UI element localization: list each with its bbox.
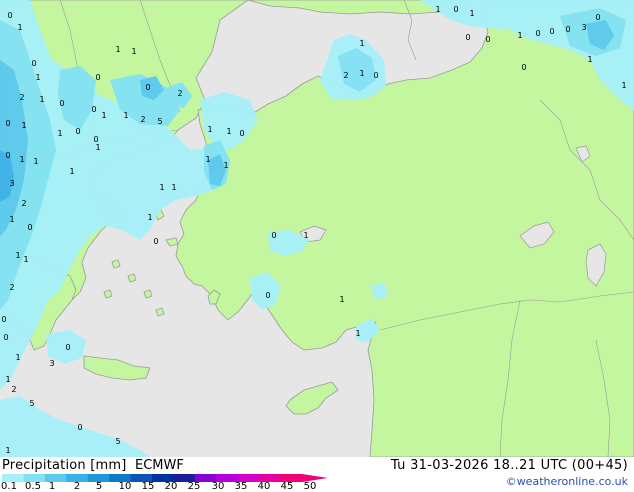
precip-value-label: 0 (239, 129, 244, 138)
precip-value-label: 1 (339, 295, 344, 304)
precip-value-label: 1 (21, 121, 26, 130)
precip-value-label: 1 (15, 251, 20, 260)
precip-value-label: 0 (91, 105, 96, 114)
precip-value-label: 1 (207, 125, 212, 134)
color-scale-tick-label: 0.5 (25, 481, 41, 492)
precip-value-label: 1 (57, 129, 62, 138)
precip-value-label: 1 (17, 23, 22, 32)
precip-value-label: 0 (565, 25, 570, 34)
precip-value-label: 1 (115, 45, 120, 54)
color-scale-tick-label: 15 (141, 481, 155, 492)
precip-value-label: 1 (517, 31, 522, 40)
precip-value-label: 0 (7, 11, 12, 20)
precip-value-label: 1 (226, 127, 231, 136)
credit-link[interactable]: ©weatheronline.co.uk (506, 475, 628, 488)
precip-value-label: 0 (75, 127, 80, 136)
precip-value-label: 3 (9, 179, 14, 188)
precip-value-label: 1 (95, 143, 100, 152)
precip-value-label: 5 (29, 399, 34, 408)
precip-value-label: 1 (355, 329, 360, 338)
precip-value-label: 1 (19, 155, 24, 164)
precip-value-label: 1 (205, 155, 210, 164)
precip-value-label: 2 (343, 71, 348, 80)
precip-value-label: 1 (587, 55, 592, 64)
precip-value-label: 1 (621, 81, 626, 90)
model-name: ECMWF (135, 458, 184, 473)
precip-value-label: 0 (485, 35, 490, 44)
precip-value-label: 1 (147, 213, 152, 222)
color-scale-tick-label: 1 (48, 481, 56, 492)
valid-time: Tu 31-03-2026 18..21 UTC (00+45) (390, 458, 628, 473)
precip-value-label: 1 (359, 69, 364, 78)
precip-value-label: 0 (453, 5, 458, 14)
precip-value-label: 1 (101, 111, 106, 120)
precip-value-label: 0 (31, 59, 36, 68)
precip-value-label: 1 (171, 183, 176, 192)
precipitation-map[interactable]: 01012001 101 1 2 521 1 00 111 001 10110320112101 1… (0, 0, 634, 457)
precip-value-label: 0 (95, 73, 100, 82)
precip-value-label: 1 (469, 9, 474, 18)
color-scale-tick-label: 5 (95, 481, 103, 492)
legend-footer: Precipitation [mm] ECMWF Tu 31-03-2026 1… (0, 457, 634, 492)
precip-value-label: 3 (49, 359, 54, 368)
precip-value-label: 2 (21, 199, 26, 208)
precip-value-label: 0 (373, 71, 378, 80)
precip-value-label: 1 (303, 231, 308, 240)
precip-value-label: 0 (521, 63, 526, 72)
precip-value-label: 0 (465, 33, 470, 42)
precip-value-label: 5 (157, 117, 162, 126)
precip-value-label: 1 (159, 183, 164, 192)
precip-value-label: 0 (549, 27, 554, 36)
precip-value-label: 2 (140, 115, 145, 124)
precip-value-label: 1 (15, 353, 20, 362)
precip-value-label: 1 (69, 167, 74, 176)
color-scale-tick-label: 10 (118, 481, 132, 492)
precip-value-label: 0 (153, 237, 158, 246)
precip-value-label: 1 (223, 161, 228, 170)
precip-value-label: 2 (177, 89, 182, 98)
precip-value-label: 0 (27, 223, 32, 232)
precip-value-label: 0 (535, 29, 540, 38)
precip-value-label: 0 (145, 83, 150, 92)
precip-value-label: 0 (1, 315, 6, 324)
precip-value-label: 1 (33, 157, 38, 166)
color-scale-tick-label: 20 (164, 481, 178, 492)
color-scale-tick-label: 0.1 (1, 481, 17, 492)
precip-value-label: 1 (5, 446, 10, 455)
precip-value-label: 0 (595, 13, 600, 22)
precip-value-label: 1 (35, 73, 40, 82)
precip-value-label: 3 (581, 23, 586, 32)
color-scale-tick-label: 45 (280, 481, 294, 492)
precip-value-label: 0 (65, 343, 70, 352)
precip-value-label: 2 (19, 93, 24, 102)
color-scale-tick-label: 40 (257, 481, 271, 492)
color-scale-tick-label: 25 (187, 481, 201, 492)
precip-value-label: 0 (59, 99, 64, 108)
precip-value-label: 0 (271, 231, 276, 240)
precip-value-label: 5 (115, 437, 120, 446)
precip-value-label: 1 (9, 215, 14, 224)
precip-value-label: 1 (23, 255, 28, 264)
precip-value-label: 2 (11, 385, 16, 394)
color-scale-tick-label: 2 (73, 481, 81, 492)
precip-value-label: 0 (5, 151, 10, 160)
color-scale-tick-label: 50 (303, 481, 317, 492)
color-scale-tick-label: 30 (211, 481, 225, 492)
legend-title: Precipitation [mm] (2, 458, 127, 473)
precip-value-label: 1 (131, 47, 136, 56)
precip-value-label: 1 (39, 95, 44, 104)
precip-value-label: 0 (5, 119, 10, 128)
precip-value-label: 0 (265, 291, 270, 300)
precip-value-label: 1 (359, 39, 364, 48)
precip-value-label: 1 (5, 375, 10, 384)
precip-value-label: 1 (123, 111, 128, 120)
precip-value-label: 2 (9, 283, 14, 292)
precip-value-label: 1 (435, 5, 440, 14)
precip-value-label: 0 (3, 333, 8, 342)
precip-value-label: 0 (77, 423, 82, 432)
color-scale-tick-label: 35 (234, 481, 248, 492)
